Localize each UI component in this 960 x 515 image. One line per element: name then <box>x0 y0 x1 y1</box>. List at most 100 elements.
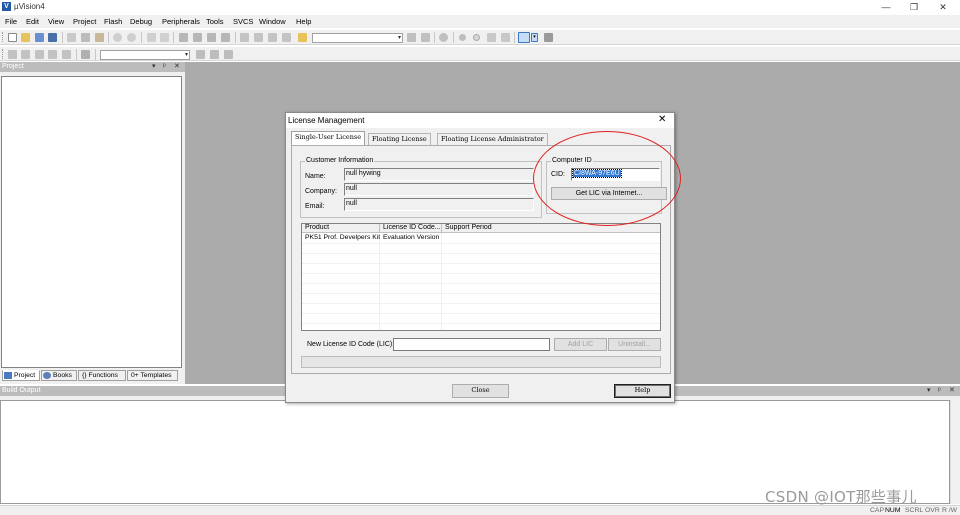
batch-build-icon[interactable] <box>48 50 57 59</box>
menu-window[interactable]: Window <box>259 17 286 26</box>
minimize-button[interactable]: — <box>873 0 899 14</box>
window-title: µVision4 <box>14 2 45 11</box>
close-window-button[interactable]: ✕ <box>930 0 956 14</box>
menu-svcs[interactable]: SVCS <box>233 17 253 26</box>
paste-icon[interactable] <box>95 33 104 42</box>
tab-books[interactable]: Books <box>41 370 77 381</box>
dialog-title-bar: License Management ✕ <box>286 113 674 128</box>
find-in-files-icon[interactable] <box>298 33 307 42</box>
undo-icon[interactable] <box>113 33 122 42</box>
translate-icon[interactable] <box>8 50 17 59</box>
tab-templates[interactable]: 0+ Templates <box>127 370 178 381</box>
incremental-find-icon[interactable] <box>421 33 430 42</box>
menu-help[interactable]: Help <box>296 17 311 26</box>
prev-bookmark-icon[interactable] <box>193 33 202 42</box>
tab-single-user-license[interactable]: Single-User License <box>291 131 366 145</box>
uninstall-button[interactable]: Uninstall... <box>608 338 661 351</box>
new-lic-input[interactable] <box>393 338 550 351</box>
find-combo[interactable]: ▾ <box>312 33 403 43</box>
name-field[interactable]: null hywing <box>344 168 534 181</box>
maximize-button[interactable]: ❐ <box>901 0 927 14</box>
close-icon[interactable]: ✕ <box>658 114 666 125</box>
target-combo[interactable]: ▾ <box>100 50 190 60</box>
menu-tools[interactable]: Tools <box>206 17 224 26</box>
window-layout-icon[interactable] <box>518 32 530 43</box>
target-options-icon[interactable] <box>196 50 205 59</box>
pin-icon[interactable]: ᵖ <box>938 386 941 396</box>
navigate-back-icon[interactable] <box>147 33 156 42</box>
progress-bar <box>301 356 661 368</box>
menu-debug[interactable]: Debug <box>130 17 152 26</box>
column-header-product[interactable]: Product <box>302 224 380 233</box>
download-icon[interactable] <box>81 50 90 59</box>
navigate-forward-icon[interactable] <box>160 33 169 42</box>
close-icon[interactable]: ✕ <box>949 386 955 396</box>
manage-components-icon[interactable] <box>224 50 233 59</box>
company-field[interactable]: null <box>344 183 534 196</box>
uncomment-icon[interactable] <box>282 33 291 42</box>
menu-file[interactable]: File <box>5 17 17 26</box>
next-bookmark-icon[interactable] <box>207 33 216 42</box>
toolbar-grip <box>2 49 4 59</box>
toolbar-separator <box>453 32 454 43</box>
disable-breakpoint-icon[interactable] <box>487 33 496 42</box>
tab-project[interactable]: Project <box>2 370 40 381</box>
menu-view[interactable]: View <box>48 17 64 26</box>
close-icon[interactable]: ✕ <box>174 62 180 72</box>
panel-menu-icon[interactable]: ▾ <box>152 62 156 72</box>
tab-floating-license-administrator[interactable]: Floating License Administrator <box>437 133 548 145</box>
pin-icon[interactable]: ᵖ <box>163 62 166 72</box>
kill-breakpoints-icon[interactable] <box>501 33 510 42</box>
toolbar-separator <box>514 32 515 43</box>
cut-icon[interactable] <box>67 33 76 42</box>
title-bar: V µVision4 — ❐ ✕ <box>0 0 960 14</box>
bookmark-icon[interactable] <box>179 33 188 42</box>
column-header-support-period[interactable]: Support Period <box>442 224 660 233</box>
name-label: Name: <box>305 173 326 180</box>
license-table[interactable]: Product License ID Code... Support Perio… <box>301 223 661 331</box>
unindent-icon[interactable] <box>254 33 263 42</box>
menu-edit[interactable]: Edit <box>26 17 39 26</box>
grid-line <box>441 233 442 330</box>
rebuild-icon[interactable] <box>35 50 44 59</box>
customer-information-group: Customer Information Name: null hywing C… <box>300 157 542 218</box>
tab-floating-license[interactable]: Floating License <box>368 133 431 145</box>
menu-flash[interactable]: Flash <box>104 17 122 26</box>
panel-menu-icon[interactable]: ▾ <box>927 386 931 396</box>
add-lic-button[interactable]: Add LIC <box>554 338 607 351</box>
debug-start-icon[interactable] <box>459 34 466 41</box>
toolbar-separator <box>62 32 63 43</box>
save-icon[interactable] <box>35 33 44 42</box>
indent-icon[interactable] <box>240 33 249 42</box>
menu-project[interactable]: Project <box>73 17 96 26</box>
project-tree[interactable] <box>1 76 182 368</box>
copy-icon[interactable] <box>81 33 90 42</box>
configure-icon[interactable] <box>544 33 553 42</box>
help-button[interactable]: Help <box>614 384 671 398</box>
close-button[interactable]: Close <box>452 384 509 398</box>
templates-icon: 0+ <box>131 372 139 379</box>
grid-line <box>302 243 660 244</box>
vertical-scrollbar[interactable] <box>950 400 960 504</box>
column-header-license-id-code[interactable]: License ID Code... <box>380 224 442 233</box>
file-extensions-icon[interactable] <box>210 50 219 59</box>
tab-functions[interactable]: {} Functions <box>78 370 126 381</box>
redo-icon[interactable] <box>127 33 136 42</box>
dialog-title: License Management <box>288 116 365 125</box>
clear-bookmarks-icon[interactable] <box>221 33 230 42</box>
watermark: CSDN @IOT那些事儿 <box>765 488 917 506</box>
project-panel: Project ▾ ᵖ ✕ Project Books {} Functions… <box>0 62 185 384</box>
grid-line <box>302 323 660 324</box>
layout-dropdown-icon[interactable]: ▾ <box>531 33 538 42</box>
email-field[interactable]: null <box>344 198 534 211</box>
breakpoint-icon[interactable] <box>473 34 480 41</box>
new-file-icon[interactable] <box>8 33 17 42</box>
find-icon[interactable] <box>407 33 416 42</box>
stop-build-icon[interactable] <box>62 50 71 59</box>
browse-icon[interactable] <box>439 33 448 42</box>
comment-icon[interactable] <box>268 33 277 42</box>
save-all-icon[interactable] <box>48 33 57 42</box>
open-folder-icon[interactable] <box>21 33 30 42</box>
menu-peripherals[interactable]: Peripherals <box>162 17 200 26</box>
build-icon[interactable] <box>21 50 30 59</box>
